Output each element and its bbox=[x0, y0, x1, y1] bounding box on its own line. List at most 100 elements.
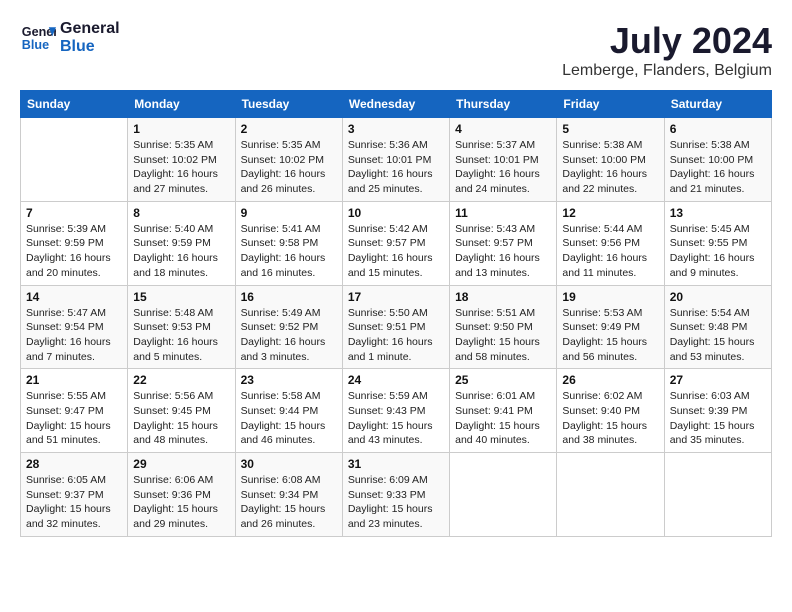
calendar-cell: 23 Sunrise: 5:58 AM Sunset: 9:44 PM Dayli… bbox=[235, 369, 342, 453]
day-number: 4 bbox=[455, 122, 551, 136]
day-info: Sunrise: 5:47 AM Sunset: 9:54 PM Dayligh… bbox=[26, 306, 122, 365]
day-number: 1 bbox=[133, 122, 229, 136]
day-info: Sunrise: 5:54 AM Sunset: 9:48 PM Dayligh… bbox=[670, 306, 766, 365]
day-info: Sunrise: 5:38 AM Sunset: 10:00 PM Daylig… bbox=[562, 138, 658, 197]
title-area: July 2024 Lemberge, Flanders, Belgium bbox=[562, 20, 772, 80]
logo-icon: General Blue bbox=[20, 20, 56, 56]
day-info: Sunrise: 5:48 AM Sunset: 9:53 PM Dayligh… bbox=[133, 306, 229, 365]
day-number: 13 bbox=[670, 206, 766, 220]
calendar-cell bbox=[557, 453, 664, 537]
calendar-cell: 1 Sunrise: 5:35 AM Sunset: 10:02 PM Dayli… bbox=[128, 118, 235, 202]
day-info: Sunrise: 6:05 AM Sunset: 9:37 PM Dayligh… bbox=[26, 473, 122, 532]
calendar-cell: 15 Sunrise: 5:48 AM Sunset: 9:53 PM Dayli… bbox=[128, 285, 235, 369]
day-info: Sunrise: 5:56 AM Sunset: 9:45 PM Dayligh… bbox=[133, 389, 229, 448]
calendar-cell bbox=[664, 453, 771, 537]
weekday-header: Friday bbox=[557, 91, 664, 118]
logo: General Blue General Blue bbox=[20, 20, 120, 56]
calendar-week-row: 14 Sunrise: 5:47 AM Sunset: 9:54 PM Dayli… bbox=[21, 285, 772, 369]
calendar-week-row: 21 Sunrise: 5:55 AM Sunset: 9:47 PM Dayli… bbox=[21, 369, 772, 453]
calendar-cell: 30 Sunrise: 6:08 AM Sunset: 9:34 PM Dayli… bbox=[235, 453, 342, 537]
calendar-week-row: 1 Sunrise: 5:35 AM Sunset: 10:02 PM Dayli… bbox=[21, 118, 772, 202]
day-number: 7 bbox=[26, 206, 122, 220]
day-info: Sunrise: 6:08 AM Sunset: 9:34 PM Dayligh… bbox=[241, 473, 337, 532]
calendar-cell: 20 Sunrise: 5:54 AM Sunset: 9:48 PM Dayli… bbox=[664, 285, 771, 369]
weekday-header: Sunday bbox=[21, 91, 128, 118]
calendar-cell: 19 Sunrise: 5:53 AM Sunset: 9:49 PM Dayli… bbox=[557, 285, 664, 369]
logo-line1: General bbox=[60, 20, 120, 38]
calendar-cell: 27 Sunrise: 6:03 AM Sunset: 9:39 PM Dayli… bbox=[664, 369, 771, 453]
weekday-header: Tuesday bbox=[235, 91, 342, 118]
day-info: Sunrise: 5:51 AM Sunset: 9:50 PM Dayligh… bbox=[455, 306, 551, 365]
calendar-cell: 14 Sunrise: 5:47 AM Sunset: 9:54 PM Dayli… bbox=[21, 285, 128, 369]
calendar-cell: 17 Sunrise: 5:50 AM Sunset: 9:51 PM Dayli… bbox=[342, 285, 449, 369]
weekday-header: Saturday bbox=[664, 91, 771, 118]
day-info: Sunrise: 5:53 AM Sunset: 9:49 PM Dayligh… bbox=[562, 306, 658, 365]
day-number: 28 bbox=[26, 457, 122, 471]
calendar-cell: 12Sunrise: 5:44 AM Sunset: 9:56 PM Dayli… bbox=[557, 201, 664, 285]
weekday-header: Thursday bbox=[450, 91, 557, 118]
day-info: Sunrise: 5:43 AM Sunset: 9:57 PM Dayligh… bbox=[455, 222, 551, 281]
day-info: Sunrise: 5:55 AM Sunset: 9:47 PM Dayligh… bbox=[26, 389, 122, 448]
calendar-cell: 24Sunrise: 5:59 AM Sunset: 9:43 PM Dayli… bbox=[342, 369, 449, 453]
calendar-cell: 18 Sunrise: 5:51 AM Sunset: 9:50 PM Dayli… bbox=[450, 285, 557, 369]
calendar-cell: 31Sunrise: 6:09 AM Sunset: 9:33 PM Dayli… bbox=[342, 453, 449, 537]
day-info: Sunrise: 5:50 AM Sunset: 9:51 PM Dayligh… bbox=[348, 306, 444, 365]
calendar-week-row: 28 Sunrise: 6:05 AM Sunset: 9:37 PM Dayli… bbox=[21, 453, 772, 537]
day-number: 14 bbox=[26, 290, 122, 304]
day-info: Sunrise: 5:44 AM Sunset: 9:56 PM Dayligh… bbox=[562, 222, 658, 281]
calendar-cell: 3Sunrise: 5:36 AM Sunset: 10:01 PM Dayli… bbox=[342, 118, 449, 202]
day-number: 26 bbox=[562, 373, 658, 387]
day-info: Sunrise: 6:06 AM Sunset: 9:36 PM Dayligh… bbox=[133, 473, 229, 532]
day-number: 20 bbox=[670, 290, 766, 304]
day-info: Sunrise: 5:38 AM Sunset: 10:00 PM Daylig… bbox=[670, 138, 766, 197]
svg-text:Blue: Blue bbox=[22, 38, 49, 52]
calendar-cell: 16Sunrise: 5:49 AM Sunset: 9:52 PM Dayli… bbox=[235, 285, 342, 369]
calendar-cell: 7 Sunrise: 5:39 AM Sunset: 9:59 PM Daylig… bbox=[21, 201, 128, 285]
day-number: 30 bbox=[241, 457, 337, 471]
calendar-cell: 2Sunrise: 5:35 AM Sunset: 10:02 PM Dayli… bbox=[235, 118, 342, 202]
day-number: 19 bbox=[562, 290, 658, 304]
calendar-cell bbox=[450, 453, 557, 537]
day-info: Sunrise: 6:03 AM Sunset: 9:39 PM Dayligh… bbox=[670, 389, 766, 448]
day-info: Sunrise: 5:41 AM Sunset: 9:58 PM Dayligh… bbox=[241, 222, 337, 281]
logo-line2: Blue bbox=[60, 38, 120, 56]
day-number: 5 bbox=[562, 122, 658, 136]
day-number: 27 bbox=[670, 373, 766, 387]
day-number: 9 bbox=[241, 206, 337, 220]
calendar-cell: 8Sunrise: 5:40 AM Sunset: 9:59 PM Daylig… bbox=[128, 201, 235, 285]
day-number: 21 bbox=[26, 373, 122, 387]
day-info: Sunrise: 5:40 AM Sunset: 9:59 PM Dayligh… bbox=[133, 222, 229, 281]
day-number: 15 bbox=[133, 290, 229, 304]
month-year: July 2024 bbox=[562, 20, 772, 62]
calendar-week-row: 7 Sunrise: 5:39 AM Sunset: 9:59 PM Daylig… bbox=[21, 201, 772, 285]
day-info: Sunrise: 5:58 AM Sunset: 9:44 PM Dayligh… bbox=[241, 389, 337, 448]
day-number: 10 bbox=[348, 206, 444, 220]
day-info: Sunrise: 6:02 AM Sunset: 9:40 PM Dayligh… bbox=[562, 389, 658, 448]
day-info: Sunrise: 5:35 AM Sunset: 10:02 PM Daylig… bbox=[133, 138, 229, 197]
day-info: Sunrise: 5:39 AM Sunset: 9:59 PM Dayligh… bbox=[26, 222, 122, 281]
calendar-cell bbox=[21, 118, 128, 202]
calendar-cell: 11 Sunrise: 5:43 AM Sunset: 9:57 PM Dayli… bbox=[450, 201, 557, 285]
weekday-header: Wednesday bbox=[342, 91, 449, 118]
weekday-header: Monday bbox=[128, 91, 235, 118]
day-number: 2 bbox=[241, 122, 337, 136]
calendar-cell: 25Sunrise: 6:01 AM Sunset: 9:41 PM Dayli… bbox=[450, 369, 557, 453]
day-info: Sunrise: 5:37 AM Sunset: 10:01 PM Daylig… bbox=[455, 138, 551, 197]
day-number: 23 bbox=[241, 373, 337, 387]
day-info: Sunrise: 5:49 AM Sunset: 9:52 PM Dayligh… bbox=[241, 306, 337, 365]
day-number: 17 bbox=[348, 290, 444, 304]
location: Lemberge, Flanders, Belgium bbox=[562, 62, 772, 80]
day-number: 18 bbox=[455, 290, 551, 304]
calendar-cell: 21 Sunrise: 5:55 AM Sunset: 9:47 PM Dayli… bbox=[21, 369, 128, 453]
calendar-cell: 29 Sunrise: 6:06 AM Sunset: 9:36 PM Dayli… bbox=[128, 453, 235, 537]
calendar-cell: 4 Sunrise: 5:37 AM Sunset: 10:01 PM Dayli… bbox=[450, 118, 557, 202]
day-number: 11 bbox=[455, 206, 551, 220]
day-number: 22 bbox=[133, 373, 229, 387]
calendar-header: SundayMondayTuesdayWednesdayThursdayFrid… bbox=[21, 91, 772, 118]
header: General Blue General Blue July 2024 Lemb… bbox=[20, 20, 772, 80]
calendar-cell: 13Sunrise: 5:45 AM Sunset: 9:55 PM Dayli… bbox=[664, 201, 771, 285]
calendar-cell: 9 Sunrise: 5:41 AM Sunset: 9:58 PM Daylig… bbox=[235, 201, 342, 285]
calendar-cell: 26 Sunrise: 6:02 AM Sunset: 9:40 PM Dayli… bbox=[557, 369, 664, 453]
day-number: 29 bbox=[133, 457, 229, 471]
calendar: SundayMondayTuesdayWednesdayThursdayFrid… bbox=[20, 90, 772, 537]
